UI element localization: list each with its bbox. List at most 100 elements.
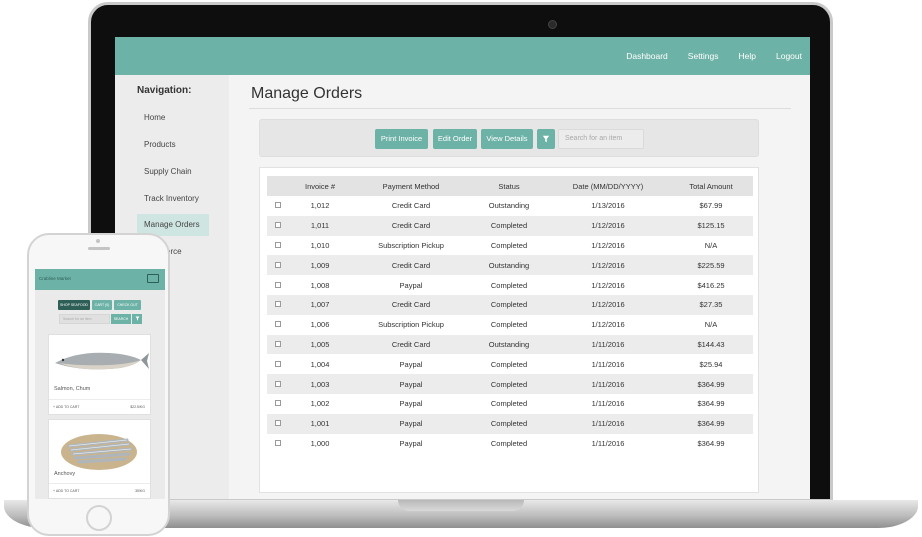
cell-status: Completed <box>490 399 528 409</box>
row-checkbox[interactable] <box>275 261 281 268</box>
cell-date: 1/12/2016 <box>547 294 669 315</box>
add-to-cart-link[interactable]: + ADD TO CART <box>53 489 79 493</box>
row-checkbox[interactable] <box>275 301 281 308</box>
table-row[interactable]: 1,007 Credit Card Completed 1/12/2016 $27.35 <box>267 294 753 315</box>
sidebar-item-track-inventory[interactable]: Track Inventory <box>137 188 209 210</box>
cell-payment: Paypal <box>399 399 423 409</box>
mobile-search-button[interactable]: SEARCH <box>111 314 131 324</box>
cell-invoice: 1,001 <box>289 413 351 434</box>
row-checkbox[interactable] <box>275 281 281 288</box>
cell-date: 1/12/2016 <box>547 215 669 236</box>
add-to-cart-link[interactable]: + ADD TO CART <box>53 405 79 409</box>
page-title: Manage Orders <box>251 85 363 102</box>
mobile-header: Crabline Market <box>35 269 165 290</box>
product-name: Anchovy <box>54 471 76 477</box>
row-checkbox[interactable] <box>275 202 281 209</box>
cell-payment: Subscription Pickup <box>378 320 444 330</box>
table-row[interactable]: 1,002 Paypal Completed 1/11/2016 $364.99 <box>267 394 753 414</box>
cell-status: Completed <box>490 320 528 330</box>
cell-status: Outstanding <box>471 255 547 276</box>
cell-total: $25.94 <box>699 359 723 369</box>
row-checkbox[interactable] <box>275 420 281 427</box>
cell-total: $144.43 <box>669 334 753 355</box>
table-row[interactable]: 1,003 Paypal Completed 1/11/2016 $364.99 <box>267 374 753 394</box>
row-checkbox[interactable] <box>275 241 281 248</box>
product-price: $22.5/KG <box>130 405 145 409</box>
nav-help-link[interactable]: Help <box>739 51 756 61</box>
row-checkbox[interactable] <box>275 340 281 347</box>
nav-dashboard-link[interactable]: Dashboard <box>626 51 668 61</box>
table-row[interactable]: 1,001 Paypal Completed 1/11/2016 $364.99 <box>267 413 753 434</box>
top-bar: Dashboard Settings Help Logout <box>115 37 810 75</box>
speaker-grille <box>88 247 110 250</box>
nav-settings-link[interactable]: Settings <box>688 51 719 61</box>
phone-frame: Crabline Market SHOP SEAFOOD CART (0) CH… <box>27 233 170 536</box>
row-checkbox[interactable] <box>275 321 281 328</box>
column-header-status[interactable]: Status <box>471 176 547 196</box>
home-button[interactable] <box>86 505 112 531</box>
cart-button[interactable]: CART (0) <box>92 300 112 310</box>
sidebar-item-home[interactable]: Home <box>137 107 209 129</box>
hamburger-menu-icon[interactable] <box>147 274 159 283</box>
edit-order-button[interactable]: Edit Order <box>433 129 477 149</box>
cell-invoice: 1,004 <box>310 359 330 369</box>
check-out-button[interactable]: CHECK OUT <box>114 300 141 310</box>
cell-invoice: 1,011 <box>289 215 351 236</box>
table-row[interactable]: 1,011 Credit Card Completed 1/12/2016 $125.1… <box>267 215 753 236</box>
filter-button[interactable] <box>537 129 555 149</box>
cell-date: 1/12/2016 <box>591 280 625 290</box>
phone-screen: Crabline Market SHOP SEAFOOD CART (0) CH… <box>35 269 165 499</box>
cell-invoice: 1,008 <box>310 280 330 290</box>
row-checkbox[interactable] <box>275 380 281 387</box>
cell-date: 1/12/2016 <box>547 255 669 276</box>
cell-total: $364.99 <box>697 438 725 448</box>
view-details-button[interactable]: View Details <box>481 129 533 149</box>
cell-date: 1/11/2016 <box>547 374 669 394</box>
cell-invoice: 1,005 <box>289 334 351 355</box>
cell-payment: Paypal <box>351 374 471 394</box>
table-row[interactable]: 1,009 Credit Card Outstanding 1/12/2016 $225… <box>267 255 753 276</box>
column-header-total[interactable]: Total Amount <box>669 176 753 196</box>
cell-payment: Paypal <box>399 359 423 369</box>
table-row[interactable]: 1,006 Subscription Pickup Completed 1/12/20… <box>267 315 753 335</box>
mobile-app-title: Crabline Market <box>39 276 71 281</box>
cell-total: $125.15 <box>669 215 753 236</box>
search-input[interactable]: Search for an item <box>558 129 644 149</box>
cell-total: $225.59 <box>669 255 753 276</box>
nav-logout-link[interactable]: Logout <box>776 51 802 61</box>
cell-status: Outstanding <box>471 334 547 355</box>
cell-invoice: 1,007 <box>289 294 351 315</box>
row-checkbox[interactable] <box>275 400 281 407</box>
print-invoice-button[interactable]: Print Invoice <box>375 129 428 149</box>
cell-payment: Paypal <box>351 413 471 434</box>
row-checkbox[interactable] <box>275 222 281 229</box>
front-camera-icon <box>96 239 100 243</box>
table-row[interactable]: 1,005 Credit Card Outstanding 1/11/2016 $144… <box>267 334 753 355</box>
mobile-filter-button[interactable] <box>132 314 142 324</box>
product-footer: + ADD TO CART 35/KG <box>49 483 150 499</box>
column-header-payment[interactable]: Payment Method <box>351 176 471 196</box>
sidebar-item-supply-chain[interactable]: Supply Chain <box>137 161 209 183</box>
row-checkbox[interactable] <box>275 439 281 446</box>
table-row[interactable]: 1,000 Paypal Completed 1/11/2016 $364.99 <box>267 434 753 454</box>
cell-invoice: 1,006 <box>310 320 330 330</box>
table-row[interactable]: 1,012 Credit Card Outstanding 1/13/2016 $67.… <box>267 196 753 216</box>
product-footer: + ADD TO CART $22.5/KG <box>49 399 150 415</box>
cell-status: Completed <box>471 215 547 236</box>
shop-seafood-button[interactable]: SHOP SEAFOOD <box>58 300 90 310</box>
table-row[interactable]: 1,004 Paypal Completed 1/11/2016 $25.94 <box>267 354 753 374</box>
cell-date: 1/12/2016 <box>591 320 625 330</box>
product-card[interactable]: Salmon, Chum + ADD TO CART $22.5/KG <box>48 334 151 415</box>
cell-total: N/A <box>704 320 718 330</box>
cell-status: Completed <box>490 438 528 448</box>
column-header-invoice[interactable]: Invoice # <box>289 176 351 196</box>
orders-table: Invoice # Payment Method Status Date (MM… <box>267 176 753 453</box>
sidebar-item-products[interactable]: Products <box>137 134 209 156</box>
cell-payment: Paypal <box>399 438 423 448</box>
table-row[interactable]: 1,010 Subscription Pickup Completed 1/12/20… <box>267 236 753 256</box>
column-header-date[interactable]: Date (MM/DD/YYYY) <box>547 176 669 196</box>
mobile-search-input[interactable]: Search for an item <box>59 314 110 324</box>
table-row[interactable]: 1,008 Paypal Completed 1/12/2016 $416.25 <box>267 275 753 295</box>
row-checkbox[interactable] <box>275 360 281 367</box>
product-card[interactable]: Anchovy + ADD TO CART 35/KG <box>48 419 151 499</box>
